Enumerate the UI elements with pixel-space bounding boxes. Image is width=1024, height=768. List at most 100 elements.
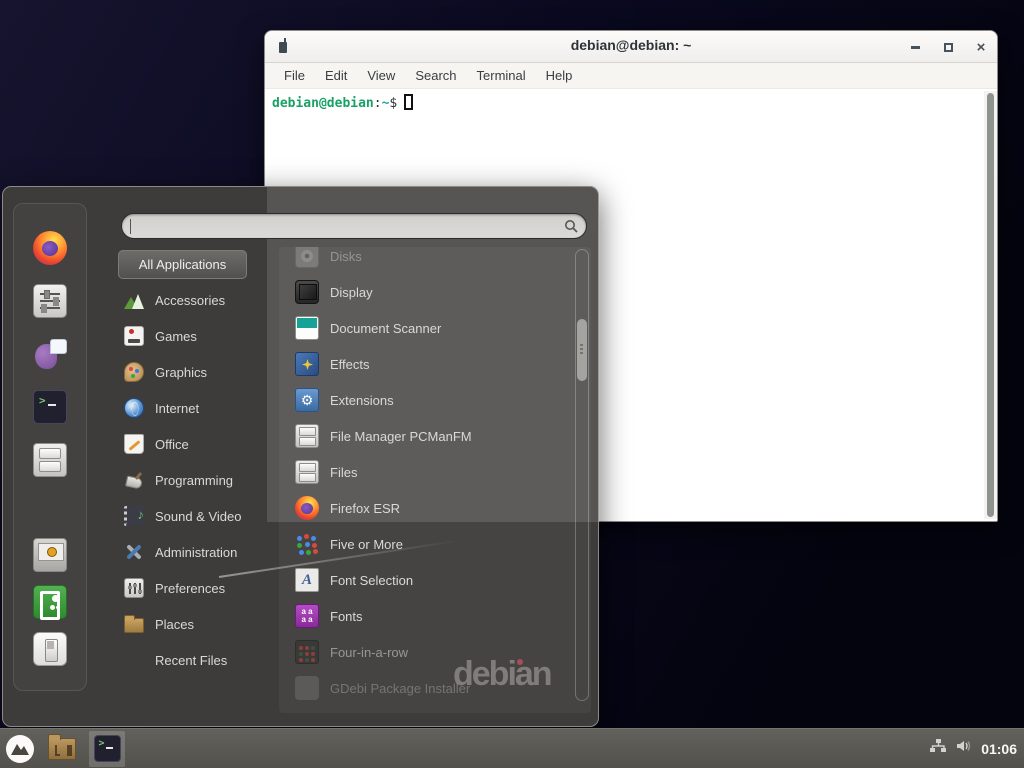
application-menu: debian All Applications AccessoriesGames…: [2, 186, 599, 727]
document-scanner-icon: [295, 316, 319, 340]
disks-icon: [295, 247, 319, 268]
app-fonts[interactable]: Fonts: [279, 598, 591, 634]
settings-manager-button[interactable]: [33, 284, 67, 318]
close-icon: ×: [977, 40, 986, 55]
terminal-icon: [94, 735, 121, 762]
effects-icon: [295, 352, 319, 376]
accessories-icon: [124, 290, 144, 310]
maximize-icon: [944, 43, 953, 52]
fonts-icon: [295, 604, 319, 628]
category-label: Recent Files: [155, 653, 227, 668]
category-places[interactable]: Places: [118, 606, 283, 642]
applications-pane: Disks Display Document ScannerEffectsExten…: [279, 247, 591, 713]
terminal-menu-help[interactable]: Help: [536, 63, 583, 89]
app-extensions[interactable]: Extensions: [279, 382, 591, 418]
category-preferences[interactable]: Preferences: [118, 570, 283, 606]
prompt-colon: :: [374, 96, 382, 111]
extensions-icon: [295, 388, 319, 412]
terminal-scrollbar[interactable]: [987, 93, 994, 517]
terminal-menu-search[interactable]: Search: [405, 63, 466, 89]
category-games[interactable]: Games: [118, 318, 283, 354]
category-administration[interactable]: Administration: [118, 534, 283, 570]
window-controls: ×: [907, 31, 989, 63]
file-cabinet-icon: [295, 424, 319, 448]
file-cabinet-button[interactable]: [33, 443, 67, 477]
category-label: Internet: [155, 401, 199, 416]
app-display[interactable]: Display: [279, 274, 591, 310]
lock-screen-button[interactable]: [33, 538, 67, 572]
category-label: Accessories: [155, 293, 225, 308]
programming-icon: [124, 470, 144, 490]
category-label: Sound & Video: [155, 509, 242, 524]
category-label: Preferences: [155, 581, 225, 596]
category-graphics[interactable]: Graphics: [118, 354, 283, 390]
terminal-menu-edit[interactable]: Edit: [315, 63, 357, 89]
log-out-button[interactable]: [33, 585, 67, 619]
games-icon: [124, 326, 144, 346]
session-buttons: [33, 538, 67, 666]
system-tray: 01:06: [929, 738, 1024, 759]
app-label: Display: [330, 285, 373, 300]
graphics-icon: [124, 362, 144, 382]
places-icon: [124, 618, 144, 633]
app-file-manager-pcmanfm[interactable]: File Manager PCManFM: [279, 418, 591, 454]
category-sound-video[interactable]: Sound & Video: [118, 498, 283, 534]
text-caret: [130, 219, 131, 234]
app-font-selection[interactable]: Font Selection: [279, 562, 591, 598]
category-label: Administration: [155, 545, 237, 560]
taskbar-terminal-active[interactable]: [89, 731, 125, 767]
app-effects[interactable]: Effects: [279, 346, 591, 382]
favorite-launchers: [33, 231, 67, 477]
category-accessories[interactable]: Accessories: [118, 282, 283, 318]
terminal-menu-view[interactable]: View: [357, 63, 405, 89]
pidgin-button[interactable]: [33, 337, 67, 371]
terminal-menubar: FileEditViewSearchTerminalHelp: [265, 63, 997, 89]
app-label: Firefox ESR: [330, 501, 400, 516]
search-input[interactable]: [132, 216, 552, 236]
gdebi-icon: [295, 676, 319, 700]
terminal-menu-file[interactable]: File: [274, 63, 315, 89]
app-label: GDebi Package Installer: [330, 681, 470, 696]
category-all-applications[interactable]: All Applications: [118, 250, 247, 279]
terminal-titlebar[interactable]: debian@debian: ~ ×: [265, 31, 997, 63]
display-icon: [295, 280, 319, 304]
clock[interactable]: 01:06: [981, 741, 1017, 757]
prompt-dollar: $: [389, 96, 397, 111]
category-internet[interactable]: Internet: [118, 390, 283, 426]
terminal-cursor: [404, 94, 413, 110]
app-disks[interactable]: Disks: [279, 247, 591, 274]
app-files[interactable]: Files: [279, 454, 591, 490]
category-office[interactable]: Office: [118, 426, 283, 462]
shutdown-button[interactable]: [33, 632, 67, 666]
app-firefox-esr[interactable]: Firefox ESR: [279, 490, 591, 526]
search-box[interactable]: [121, 213, 587, 239]
sound-video-icon: [124, 506, 144, 526]
taskbar-folder-button[interactable]: [48, 738, 76, 760]
administration-icon: [124, 542, 144, 562]
firefox-button[interactable]: [33, 231, 67, 265]
category-recent-files[interactable]: Recent Files: [118, 642, 283, 678]
terminal-button[interactable]: [33, 390, 67, 424]
close-button[interactable]: ×: [973, 39, 989, 55]
apps-scrollbar[interactable]: [577, 319, 587, 381]
menu-button[interactable]: [5, 734, 35, 764]
maximize-button[interactable]: [940, 39, 956, 55]
menu-icon: [5, 734, 35, 764]
volume-icon[interactable]: [955, 738, 973, 759]
app-label: Font Selection: [330, 573, 413, 588]
apps-scrollbar-trough: [575, 249, 589, 701]
app-gdebi-package-installer[interactable]: GDebi Package Installer: [279, 670, 591, 706]
network-icon[interactable]: [929, 738, 947, 759]
app-four-in-a-row[interactable]: Four-in-a-row: [279, 634, 591, 670]
font-selection-icon: [295, 568, 319, 592]
search-icon: [564, 219, 579, 239]
minimize-icon: [911, 46, 920, 49]
terminal-menu-terminal[interactable]: Terminal: [467, 63, 536, 89]
category-programming[interactable]: Programming: [118, 462, 283, 498]
app-label: File Manager PCManFM: [330, 429, 472, 444]
app-document-scanner[interactable]: Document Scanner: [279, 310, 591, 346]
taskbar: 01:06: [0, 728, 1024, 768]
category-list: AccessoriesGamesGraphicsInternetOfficePr…: [118, 282, 283, 678]
app-label: Four-in-a-row: [330, 645, 408, 660]
minimize-button[interactable]: [907, 39, 923, 55]
